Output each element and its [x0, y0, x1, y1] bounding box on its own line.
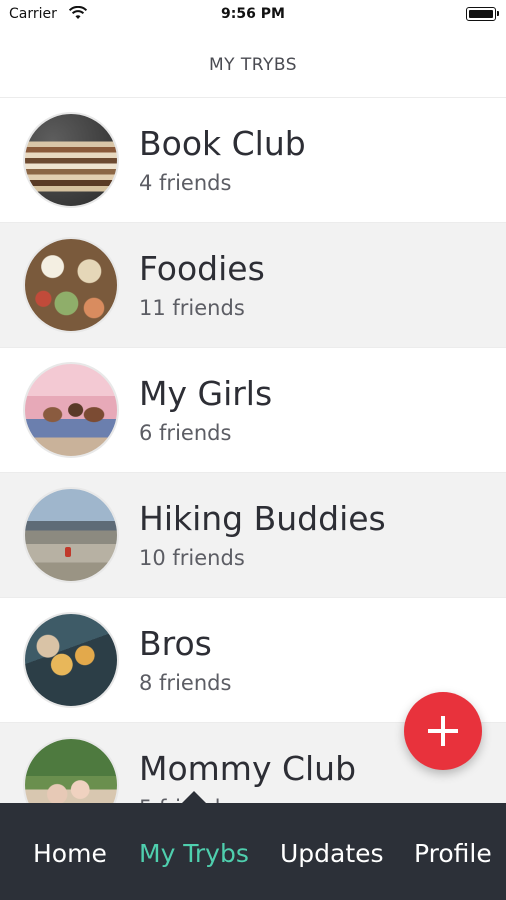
tab-my-trybs[interactable]: My Trybs — [139, 839, 249, 868]
tribe-friend-count: 10 friends — [139, 546, 245, 570]
tribe-friend-count: 6 friends — [139, 421, 232, 445]
tribe-avatar — [23, 237, 119, 333]
tribe-row-hiking-buddies[interactable]: Hiking Buddies 10 friends — [0, 472, 506, 597]
tab-updates[interactable]: Updates — [280, 839, 384, 868]
tribe-friend-count: 8 friends — [139, 671, 232, 695]
tab-profile[interactable]: Profile — [414, 839, 492, 868]
add-tribe-button[interactable] — [404, 692, 482, 770]
tribe-friend-count: 11 friends — [139, 296, 245, 320]
tribe-name: Book Club — [139, 124, 306, 163]
tribe-name: Bros — [139, 624, 212, 663]
tab-bar: Home My Trybs Updates Profile — [0, 803, 506, 900]
status-bar: Carrier 9:56 PM — [0, 0, 506, 30]
tribe-row-foodies[interactable]: Foodies 11 friends — [0, 222, 506, 347]
tribe-name: Hiking Buddies — [139, 499, 386, 538]
tribe-avatar — [23, 487, 119, 583]
active-tab-indicator — [182, 791, 206, 803]
tribe-avatar — [23, 112, 119, 208]
page-title: MY TRYBS — [208, 55, 298, 75]
tribe-name: Mommy Club — [139, 749, 357, 788]
tribe-avatar — [23, 612, 119, 708]
tribe-friend-count: 4 friends — [139, 171, 232, 195]
battery-icon — [466, 7, 499, 21]
tribe-row-my-girls[interactable]: My Girls 6 friends — [0, 347, 506, 472]
status-time: 9:56 PM — [221, 6, 285, 22]
tribe-name: My Girls — [139, 374, 273, 413]
tribe-avatar — [23, 362, 119, 458]
tribe-row-book-club[interactable]: Book Club 4 friends — [0, 97, 506, 222]
tab-home[interactable]: Home — [33, 839, 107, 868]
tribe-name: Foodies — [139, 249, 265, 288]
